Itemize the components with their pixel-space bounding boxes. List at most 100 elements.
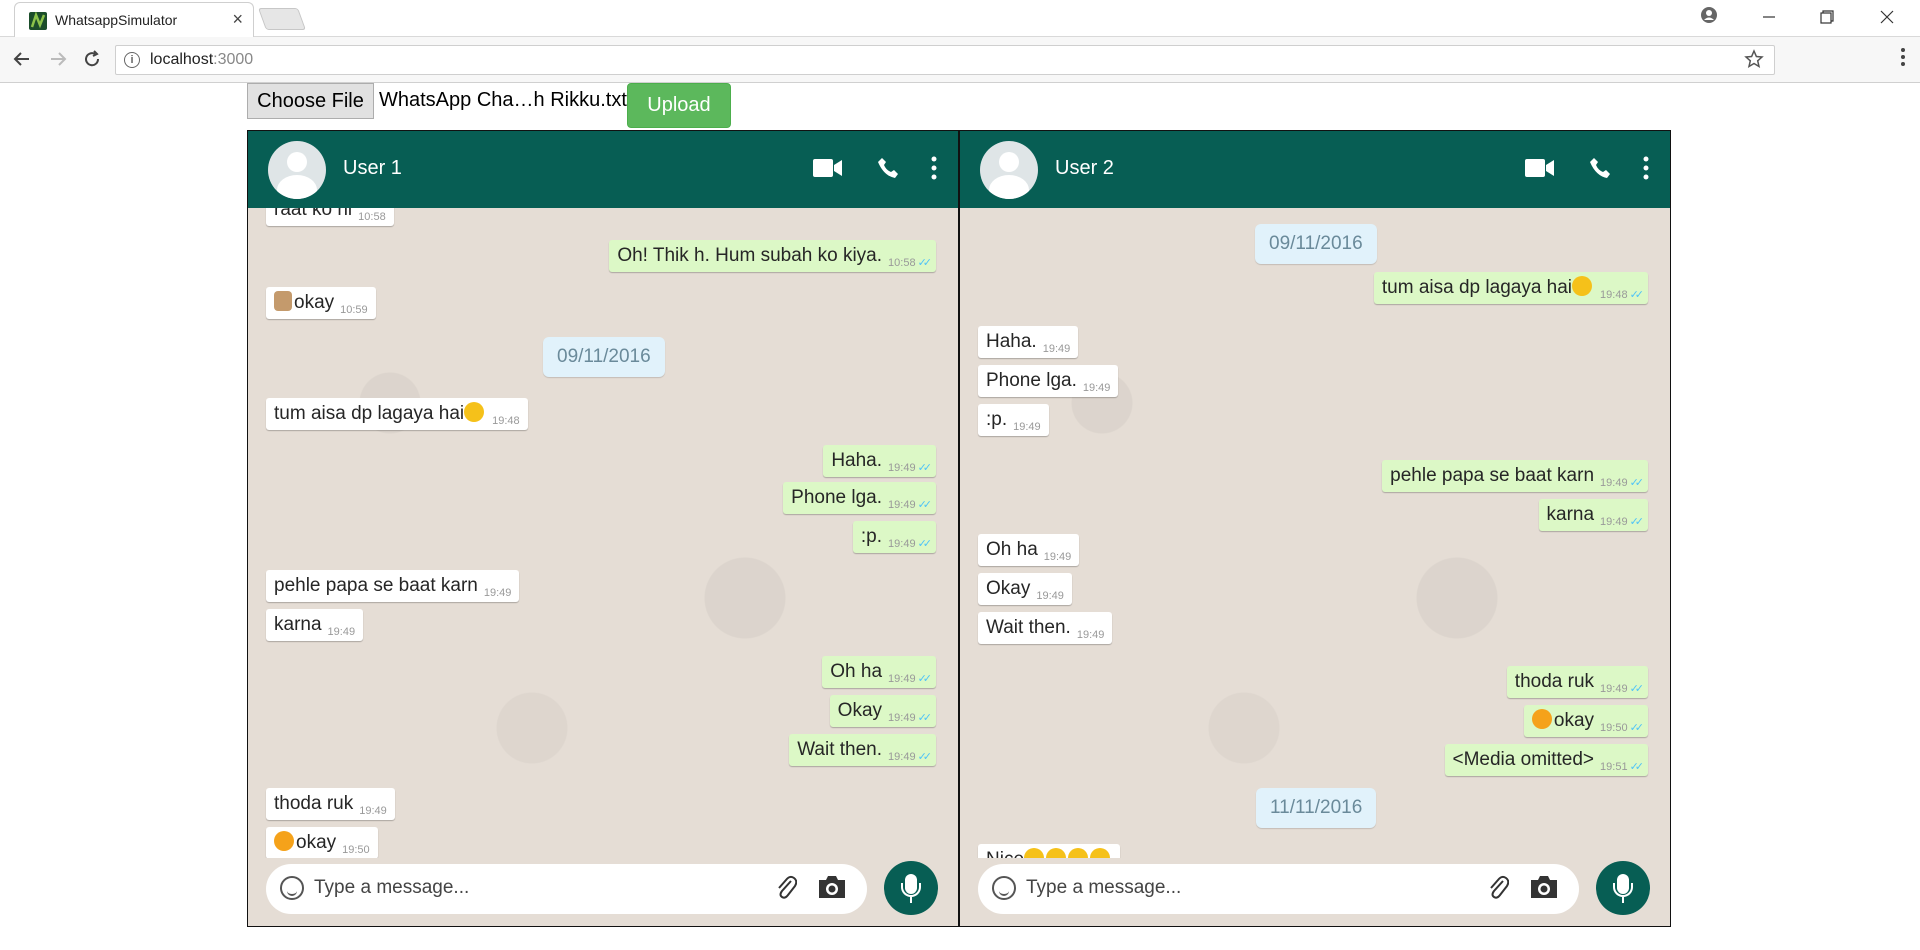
read-receipt-icon: ✓✓ <box>917 462 933 474</box>
emoji-icon[interactable] <box>280 876 304 900</box>
bookmark-star-icon[interactable] <box>1744 49 1764 69</box>
avatar[interactable] <box>268 141 326 199</box>
message-text: thoda ruk <box>274 793 354 814</box>
message-text: tum aisa dp lagaya hai <box>1381 277 1573 298</box>
message-time: 19:49 <box>327 626 356 638</box>
url-port: :3000 <box>213 51 254 68</box>
url-omnibox[interactable]: i localhost:3000 <box>115 45 1775 75</box>
incoming-message[interactable]: karna 19:49 <box>266 609 364 641</box>
emoji-icon[interactable] <box>992 876 1016 900</box>
minimize-icon[interactable] <box>1762 10 1776 24</box>
info-icon[interactable]: i <box>124 52 140 68</box>
message-text: raat ko hi <box>274 208 353 220</box>
contact-name: User 1 <box>343 157 402 179</box>
outgoing-message[interactable]: Okay 19:49 ✓✓ <box>829 695 936 727</box>
upload-button[interactable]: Upload <box>627 83 731 128</box>
attach-icon[interactable] <box>1487 874 1509 900</box>
message-time: 10:59 <box>340 304 368 316</box>
message-input[interactable] <box>314 875 754 901</box>
message-list[interactable]: 09/11/2016 tum aisa dp lagaya hai 19:48 ✓✓ H… <box>960 208 1670 858</box>
worried-face-emoji <box>1572 276 1593 296</box>
read-receipt-icon: ✓✓ <box>917 257 933 269</box>
outgoing-message[interactable]: <Media omitted> 19:51 ✓✓ <box>1444 744 1648 776</box>
camera-icon[interactable] <box>1529 874 1559 900</box>
reload-icon[interactable] <box>82 49 102 69</box>
browser-tab[interactable]: WhatsappSimulator × <box>14 2 254 37</box>
outgoing-message[interactable]: Oh! Thik h. Hum subah ko kiya. 10:58 ✓✓ <box>609 240 936 272</box>
message-text: Haha. <box>986 331 1037 352</box>
camera-icon[interactable] <box>817 874 847 900</box>
message-time: 19:49 <box>1600 477 1628 489</box>
outgoing-message[interactable]: Wait then. 19:49 ✓✓ <box>789 734 936 766</box>
message-text: Phone lga. <box>791 487 883 508</box>
incoming-message[interactable]: Okay 19:49 <box>978 573 1072 605</box>
outgoing-message[interactable]: Oh ha 19:49 ✓✓ <box>822 656 936 688</box>
message-time: 10:58 <box>888 257 916 269</box>
message-time: 19:49 <box>888 499 916 511</box>
tongue-face-emoji <box>274 831 294 851</box>
chat-panel-user-1: User 1 raat ko hi 10:58 Oh! Thik h. Hum su… <box>247 130 959 927</box>
outgoing-message[interactable]: Haha. 19:49 ✓✓ <box>823 445 936 477</box>
incoming-message[interactable]: :p. 19:49 <box>978 404 1049 436</box>
avatar[interactable] <box>980 141 1038 199</box>
voice-message-button[interactable] <box>884 861 938 915</box>
chat-menu-icon[interactable] <box>931 156 937 180</box>
read-receipt-icon: ✓✓ <box>917 751 933 763</box>
incoming-message[interactable]: raat ko hi 10:58 <box>266 208 394 226</box>
message-time: 19:51 <box>1600 761 1628 773</box>
outgoing-message[interactable]: karna 19:49 ✓✓ <box>1538 499 1648 531</box>
message-composer <box>960 856 1670 926</box>
incoming-message[interactable]: pehle papa se baat karn 19:49 <box>266 570 520 602</box>
chat-menu-icon[interactable] <box>1643 156 1649 180</box>
phone-call-icon[interactable] <box>876 156 900 180</box>
incoming-message[interactable]: okay 10:59 <box>266 287 376 319</box>
incoming-message[interactable]: okay 19:50 <box>266 827 378 858</box>
incoming-message[interactable]: Wait then. 19:49 <box>978 612 1113 644</box>
outgoing-message[interactable]: pehle papa se baat karn 19:49 ✓✓ <box>1382 460 1648 492</box>
message-time: 19:50 <box>342 844 370 856</box>
profile-icon[interactable] <box>1700 6 1718 24</box>
new-tab-button[interactable] <box>257 8 307 30</box>
incoming-message[interactable]: tum aisa dp lagaya hai 19:48 <box>266 398 528 430</box>
outgoing-message[interactable]: tum aisa dp lagaya hai 19:48 ✓✓ <box>1373 272 1648 304</box>
read-receipt-icon: ✓✓ <box>917 499 933 511</box>
date-separator: 11/11/2016 <box>1256 788 1377 828</box>
phone-call-icon[interactable] <box>1588 156 1612 180</box>
worried-face-emoji <box>464 402 485 422</box>
browser-menu-icon[interactable] <box>1900 47 1906 67</box>
message-text: tum aisa dp lagaya hai <box>274 403 465 424</box>
restore-icon[interactable] <box>1820 10 1834 24</box>
message-time: 19:49 <box>1600 683 1628 695</box>
attach-icon[interactable] <box>775 874 797 900</box>
voice-message-button[interactable] <box>1596 861 1650 915</box>
close-window-icon[interactable] <box>1880 10 1894 24</box>
outgoing-message[interactable]: :p. 19:49 ✓✓ <box>852 521 936 553</box>
message-text: karna <box>1546 504 1595 525</box>
back-arrow-icon[interactable] <box>12 49 32 69</box>
message-list[interactable]: raat ko hi 10:58 Oh! Thik h. Hum subah ko … <box>248 208 958 858</box>
incoming-message[interactable]: Haha. 19:49 <box>978 326 1079 358</box>
message-text: Wait then. <box>797 739 883 760</box>
outgoing-message[interactable]: thoda ruk 19:49 ✓✓ <box>1506 666 1648 698</box>
read-receipt-icon: ✓✓ <box>1629 477 1645 489</box>
message-text: okay <box>294 292 335 313</box>
choose-file-button[interactable]: Choose File <box>247 83 374 119</box>
message-time: 19:48 <box>492 415 520 427</box>
read-receipt-icon: ✓✓ <box>1629 722 1645 734</box>
incoming-message[interactable]: Phone lga. 19:49 <box>978 365 1119 397</box>
tab-close-icon[interactable]: × <box>232 9 243 30</box>
message-input[interactable] <box>1026 875 1466 901</box>
video-call-icon[interactable] <box>813 158 843 178</box>
incoming-message[interactable]: thoda ruk 19:49 <box>266 788 395 820</box>
incoming-message[interactable]: Oh ha 19:49 <box>978 534 1080 566</box>
message-time: 19:49 <box>1043 551 1072 563</box>
url-text: localhost:3000 <box>150 51 253 69</box>
message-time: 19:49 <box>1600 516 1628 528</box>
chat-header: User 1 <box>248 131 958 208</box>
message-text: :p. <box>860 526 883 547</box>
forward-arrow-icon[interactable] <box>48 49 68 69</box>
outgoing-message[interactable]: okay 19:50 ✓✓ <box>1523 705 1648 737</box>
message-time: 19:49 <box>888 673 916 685</box>
video-call-icon[interactable] <box>1525 158 1555 178</box>
outgoing-message[interactable]: Phone lga. 19:49 ✓✓ <box>783 482 936 514</box>
